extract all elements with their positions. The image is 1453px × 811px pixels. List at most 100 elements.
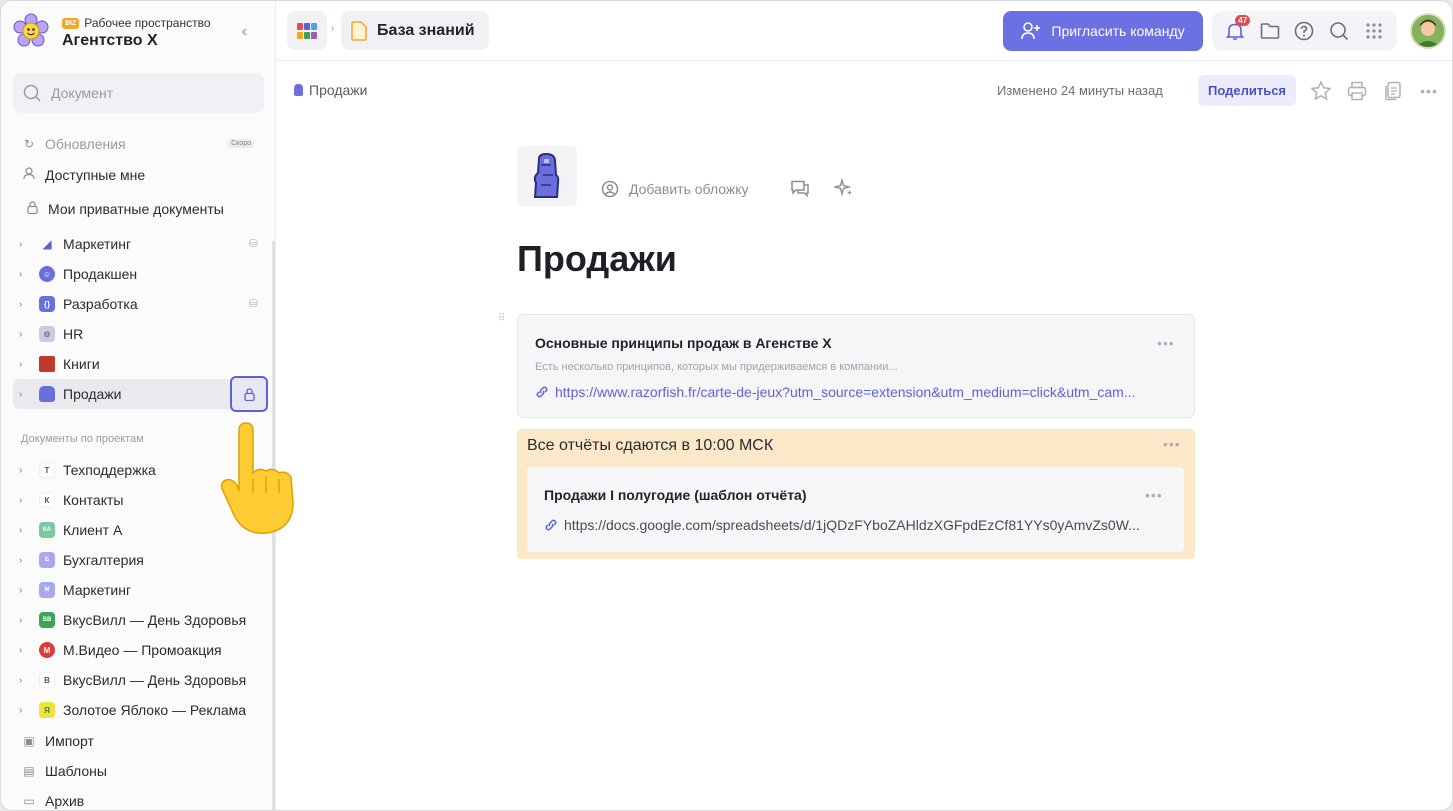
- workspace-label-text: Рабочее пространство: [84, 16, 211, 30]
- link-url-text: https://www.razorfish.fr/carte-de-jeux?u…: [555, 384, 1136, 400]
- sidebar-item-label: Маркетинг: [63, 582, 132, 598]
- moai-icon: [39, 386, 55, 402]
- workspace-switcher[interactable]: BIZ Рабочее пространство Агентство X ‹‹: [11, 11, 266, 53]
- print-icon[interactable]: [1345, 79, 1369, 103]
- sidebar-item-label: Маркетинг: [63, 236, 132, 252]
- ai-sparkle-icon[interactable]: [832, 177, 854, 203]
- sidebar-item-label: Продакшен: [63, 266, 138, 282]
- user-avatar[interactable]: [1410, 13, 1446, 49]
- top-actions: 47: [1212, 11, 1397, 51]
- breadcrumb-label: База знаний: [377, 21, 475, 39]
- chevron-right-icon[interactable]: ›: [19, 239, 33, 250]
- search-icon: [1330, 22, 1349, 41]
- card-more-icon[interactable]: •••: [1145, 487, 1163, 503]
- chevron-right-icon[interactable]: ›: [19, 329, 33, 340]
- import-icon: ▣: [23, 734, 35, 748]
- comments-icon[interactable]: [790, 179, 810, 202]
- notifications-button[interactable]: 47: [1223, 15, 1251, 43]
- chevron-right-icon[interactable]: ›: [19, 555, 33, 566]
- chevron-right-icon[interactable]: ›: [19, 389, 33, 400]
- doc-breadcrumb[interactable]: Продажи: [294, 82, 367, 98]
- sidebar-item-templates[interactable]: ▤ Шаблоны: [13, 756, 268, 786]
- sidebar-item-sales[interactable]: › Продажи: [13, 379, 267, 409]
- chevron-right-icon[interactable]: ›: [19, 585, 33, 596]
- project-letter-icon: Т: [39, 462, 55, 478]
- chevron-right-icon[interactable]: ›: [19, 359, 33, 370]
- sidebar-item-shared-with-me[interactable]: Доступные мне: [13, 160, 268, 190]
- projects-section-title: Документы по проектам: [21, 433, 144, 445]
- help-button[interactable]: [1292, 19, 1316, 43]
- sidebar-item-marketing[interactable]: › ◢ Маркетинг ⛁: [13, 229, 268, 259]
- app-window: BIZ Рабочее пространство Агентство X ‹‹ …: [0, 0, 1453, 811]
- sidebar-item-project[interactable]: › М Маркетинг: [13, 575, 268, 605]
- lock-space-button[interactable]: [230, 376, 268, 412]
- chevron-right-icon[interactable]: ›: [19, 299, 33, 310]
- sidebar-search[interactable]: [13, 73, 264, 113]
- sidebar-item-updates[interactable]: ↻ Обновления Скоро: [13, 129, 268, 159]
- more-options-icon[interactable]: •••: [1417, 79, 1441, 103]
- invite-team-button[interactable]: Пригласить команду: [1003, 11, 1203, 51]
- chevron-right-icon[interactable]: ›: [19, 269, 33, 280]
- sidebar-item-project[interactable]: › Б Бухгалтерия: [13, 545, 268, 575]
- callout-block[interactable]: Все отчёты сдаются в 10:00 МСК ••• Прода…: [517, 429, 1195, 559]
- favorite-star-icon[interactable]: [1309, 79, 1333, 103]
- link-card[interactable]: Продажи I полугодие (шаблон отчёта) http…: [527, 467, 1184, 552]
- link-card-url[interactable]: https://www.razorfish.fr/carte-de-jeux?u…: [535, 384, 1175, 400]
- help-icon: [1295, 21, 1314, 41]
- project-letter-icon: М: [39, 582, 55, 598]
- sidebar-item-import[interactable]: ▣ Импорт: [13, 726, 268, 756]
- project-letter-icon: Я: [39, 702, 55, 718]
- global-search-button[interactable]: [1327, 19, 1351, 43]
- sidebar-item-project[interactable]: › В ВкусВилл — День Здоровья: [13, 665, 268, 695]
- chevron-right-icon[interactable]: ›: [19, 705, 33, 716]
- sidebar-item-hr[interactable]: › ⚙ HR: [13, 319, 268, 349]
- sidebar-item-project[interactable]: › ВВ ВкусВилл — День Здоровья: [13, 605, 268, 635]
- knowledge-base-breadcrumb[interactable]: База знаний: [341, 11, 489, 50]
- chevron-right-icon[interactable]: ›: [19, 675, 33, 686]
- chevron-right-icon[interactable]: ›: [19, 615, 33, 626]
- sidebar-item-production[interactable]: › ☺ Продакшен: [13, 259, 268, 289]
- project-letter-icon: М: [39, 642, 55, 658]
- sidebar-item-development[interactable]: › {} Разработка ⛁: [13, 289, 268, 319]
- share-button[interactable]: Поделиться: [1198, 75, 1296, 106]
- callout-more-icon[interactable]: •••: [1163, 436, 1181, 452]
- sidebar-item-archive[interactable]: ▭ Архив: [13, 786, 268, 810]
- link-card[interactable]: Основные принципы продаж в Агенстве X Ес…: [517, 314, 1195, 418]
- more-apps-button[interactable]: [1362, 19, 1386, 43]
- link-url-text: https://docs.google.com/spreadsheets/d/1…: [564, 517, 1140, 533]
- project-letter-icon: Б: [39, 552, 55, 568]
- drag-handle-icon[interactable]: ⠿: [498, 314, 506, 324]
- sidebar: BIZ Рабочее пространство Агентство X ‹‹ …: [1, 1, 294, 810]
- chevron-right-icon[interactable]: ›: [19, 645, 33, 656]
- chevron-right-icon[interactable]: ›: [19, 465, 33, 476]
- card-more-icon[interactable]: •••: [1157, 335, 1175, 351]
- apps-button[interactable]: [287, 11, 327, 50]
- invite-label: Пригласить команду: [1051, 23, 1185, 39]
- sidebar-item-private-docs[interactable]: Мои приватные документы: [13, 194, 268, 224]
- sidebar-item-label: Доступные мне: [45, 167, 146, 183]
- user-icon: [21, 167, 37, 183]
- search-input[interactable]: [51, 85, 251, 101]
- sidebar-item-books[interactable]: › Книги: [13, 349, 268, 379]
- chevron-right-icon[interactable]: ›: [19, 495, 33, 506]
- link-card-description: Есть несколько принципов, которых мы при…: [535, 361, 898, 373]
- copy-icon[interactable]: [1381, 79, 1405, 103]
- page-title[interactable]: Продажи: [517, 238, 677, 280]
- sidebar-item-label: Контакты: [63, 492, 124, 508]
- sidebar-item-label: ВкусВилл — День Здоровья: [63, 612, 247, 628]
- page-icon[interactable]: [517, 146, 577, 206]
- folder-icon: [1260, 23, 1280, 39]
- sidebar-item-project[interactable]: › Я Золотое Яблоко — Реклама: [13, 695, 268, 725]
- moai-icon: [533, 153, 560, 198]
- shared-icon: ⛁: [248, 298, 258, 310]
- sidebar-item-project[interactable]: › М М.Видео — Промоакция: [13, 635, 268, 665]
- chevron-right-icon[interactable]: ›: [19, 525, 33, 536]
- doc-breadcrumb-label: Продажи: [309, 82, 368, 98]
- grid-dots-icon: [1366, 23, 1382, 39]
- sidebar-item-label: Золотое Яблоко — Реклама: [63, 702, 247, 718]
- files-button[interactable]: [1258, 19, 1282, 43]
- sidebar-item-label: Шаблоны: [45, 763, 107, 779]
- link-card-url[interactable]: https://docs.google.com/spreadsheets/d/1…: [544, 517, 1164, 533]
- add-cover-button[interactable]: Добавить обложку: [601, 180, 749, 198]
- collapse-sidebar-icon[interactable]: ‹‹: [241, 23, 259, 41]
